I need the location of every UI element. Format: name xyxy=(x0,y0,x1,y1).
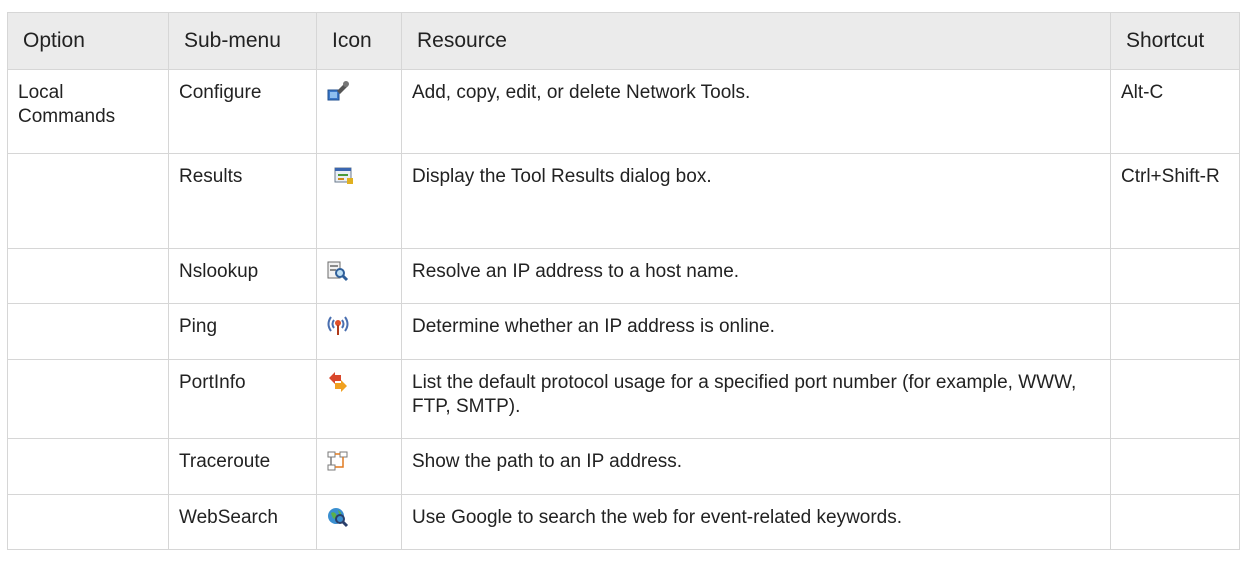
cell-submenu: Ping xyxy=(168,303,317,360)
cell-shortcut: Alt-C xyxy=(1110,69,1240,154)
cell-submenu: Nslookup xyxy=(168,248,317,304)
cell-shortcut xyxy=(1110,494,1240,550)
table-row: PortInfo List the default protocol usage… xyxy=(7,359,1240,439)
cell-icon xyxy=(316,248,402,304)
cell-submenu: Configure xyxy=(168,69,317,154)
cell-submenu: PortInfo xyxy=(168,359,317,439)
cell-option xyxy=(7,153,169,249)
cell-resource: List the default protocol usage for a sp… xyxy=(401,359,1111,439)
table-row: Nslookup Resolve an IP address to a host… xyxy=(7,248,1240,304)
table-row: Results Display the Tool Results dialog … xyxy=(7,153,1240,249)
header-option: Option xyxy=(7,12,169,70)
cell-shortcut xyxy=(1110,359,1240,439)
cell-submenu: WebSearch xyxy=(168,494,317,550)
table-row: Ping Determine whether an IP address is … xyxy=(7,303,1240,360)
cell-icon xyxy=(316,494,402,550)
cell-icon xyxy=(316,153,402,249)
header-shortcut: Shortcut xyxy=(1110,12,1240,70)
cell-icon xyxy=(316,303,402,360)
traceroute-path-icon xyxy=(325,449,351,473)
cell-icon xyxy=(316,69,402,154)
cell-resource: Show the path to an IP address. xyxy=(401,438,1111,495)
cell-option xyxy=(7,438,169,495)
cell-option xyxy=(7,248,169,304)
cell-option: Local Commands xyxy=(7,69,169,154)
cell-shortcut xyxy=(1110,303,1240,360)
nslookup-magnifier-icon xyxy=(325,259,351,283)
cell-resource: Add, copy, edit, or delete Network Tools… xyxy=(401,69,1111,154)
header-icon: Icon xyxy=(316,12,402,70)
configure-wrench-icon xyxy=(325,80,351,104)
cell-option xyxy=(7,303,169,360)
table-header-row: Option Sub-menu Icon Resource Shortcut xyxy=(7,12,1240,70)
cell-shortcut xyxy=(1110,248,1240,304)
table-row: Local Commands Configure Add, copy, edit… xyxy=(7,69,1240,154)
cell-submenu: Results xyxy=(168,153,317,249)
table-row: Traceroute Show the path to an IP addres… xyxy=(7,438,1240,495)
portinfo-arrows-icon xyxy=(325,370,351,394)
cell-resource: Resolve an IP address to a host name. xyxy=(401,248,1111,304)
header-resource: Resource xyxy=(401,12,1111,70)
document-page: Option Sub-menu Icon Resource Shortcut L… xyxy=(0,0,1248,568)
cell-shortcut: Ctrl+Shift-R xyxy=(1110,153,1240,249)
websearch-globe-icon xyxy=(325,505,351,529)
results-window-icon xyxy=(331,164,357,188)
cell-option xyxy=(7,494,169,550)
local-commands-table: Option Sub-menu Icon Resource Shortcut L… xyxy=(7,12,1240,550)
cell-resource: Display the Tool Results dialog box. xyxy=(401,153,1111,249)
ping-signal-icon xyxy=(325,314,351,338)
cell-icon xyxy=(316,359,402,439)
cell-resource: Determine whether an IP address is onlin… xyxy=(401,303,1111,360)
cell-resource: Use Google to search the web for event-r… xyxy=(401,494,1111,550)
cell-submenu: Traceroute xyxy=(168,438,317,495)
header-submenu: Sub-menu xyxy=(168,12,317,70)
table-row: WebSearch Use Google to search the web f… xyxy=(7,494,1240,550)
cell-option xyxy=(7,359,169,439)
cell-icon xyxy=(316,438,402,495)
cell-shortcut xyxy=(1110,438,1240,495)
